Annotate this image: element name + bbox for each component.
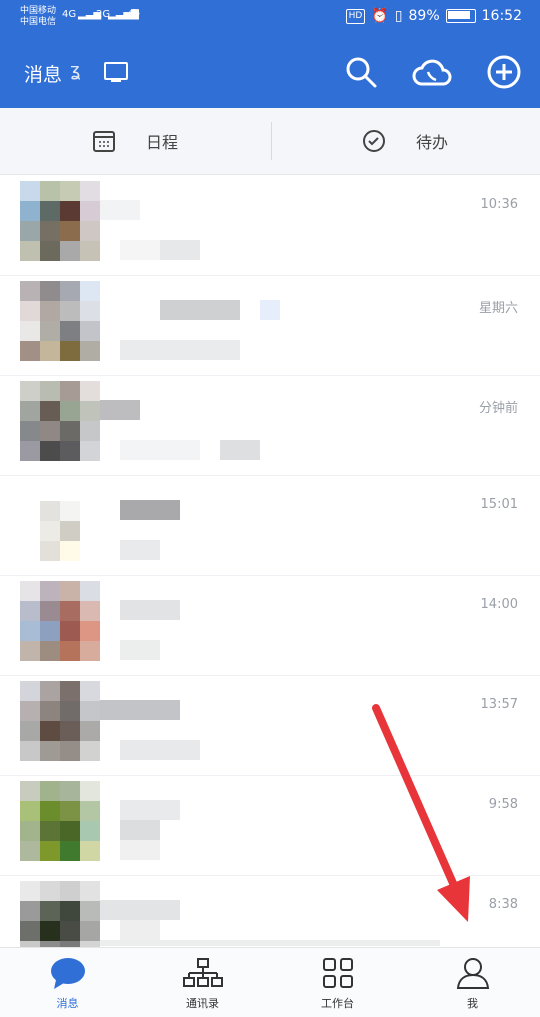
list-item[interactable]: 8:38 (0, 875, 540, 947)
avatar (20, 181, 100, 261)
message-time: 星期六 (478, 301, 518, 316)
message-time: 分钟前 (478, 401, 518, 416)
page-title: 消息 (24, 64, 63, 86)
status-bar: 中国移动 中国电信 4G ▂▃▅ 2G ▂▃▅▇ ◠ HD ⏰ ▯ 89% 16… (0, 0, 540, 36)
tab-schedule[interactable]: 日程 (0, 108, 270, 174)
grid-icon (322, 958, 353, 988)
nav-me-label: 我 (467, 997, 478, 1010)
avatar (20, 681, 100, 761)
avatar (20, 481, 100, 561)
person-icon (456, 958, 489, 989)
tab-todo-label: 待办 (415, 133, 448, 152)
org-chart-icon (182, 958, 223, 987)
cloud-call-icon[interactable] (412, 54, 452, 90)
monitor-icon[interactable] (104, 62, 128, 82)
message-time: 9:58 (488, 797, 518, 812)
list-item[interactable]: 13:57 (0, 675, 540, 776)
avatar (20, 281, 100, 361)
list-item[interactable]: 9:58 (0, 775, 540, 876)
quick-tabs: 日程 待办 (0, 108, 540, 175)
check-circle-icon (362, 130, 385, 152)
message-time: 14:00 (480, 597, 518, 612)
vibrate-icon: ▯ (394, 8, 403, 24)
carrier-1: 中国移动 (20, 6, 57, 16)
alarm-icon: ⏰ (371, 8, 389, 24)
bottom-nav: 消息 通讯录 工作台 我 (0, 947, 540, 1017)
hd-badge: HD (345, 8, 366, 24)
list-item[interactable]: 14:00 (0, 575, 540, 676)
avatar (20, 881, 100, 947)
nav-messages-label: 消息 (56, 997, 79, 1010)
ear-icon[interactable]: ʓ (70, 60, 80, 81)
network-1: 4G (62, 9, 77, 20)
tab-schedule-label: 日程 (145, 133, 178, 152)
message-time: 15:01 (480, 497, 518, 512)
calendar-icon (92, 131, 115, 152)
message-time: 13:57 (480, 697, 518, 712)
carrier-info: 中国移动 中国电信 (20, 6, 56, 28)
message-time: 8:38 (488, 897, 518, 912)
nav-messages[interactable]: 消息 (0, 948, 135, 1017)
avatar (20, 581, 100, 661)
list-item[interactable]: 分钟前 (0, 375, 540, 476)
carrier-2: 中国电信 (20, 17, 57, 27)
list-item[interactable]: 星期六 (0, 275, 540, 376)
avatar (20, 381, 100, 461)
nav-workbench-label: 工作台 (321, 997, 354, 1010)
battery-percent: 89% (408, 8, 440, 24)
add-icon[interactable] (486, 54, 522, 90)
battery-icon (445, 9, 476, 23)
app-bar: 消息 ʓ (0, 36, 540, 108)
avatar (20, 781, 100, 861)
message-list: 10:36 星期六 分钟前 15:01 14:00 13:57 9:58 8:3… (0, 175, 540, 947)
message-time: 10:36 (480, 197, 518, 212)
list-item[interactable]: 10:36 (0, 175, 540, 276)
nav-contacts-label: 通讯录 (186, 997, 219, 1010)
wifi-icon: ◠ (128, 6, 141, 22)
clock: 16:52 (481, 8, 522, 24)
list-item[interactable]: 15:01 (0, 475, 540, 576)
chat-bubble-icon (50, 958, 85, 989)
nav-contacts[interactable]: 通讯录 (135, 948, 270, 1017)
nav-workbench[interactable]: 工作台 (270, 948, 405, 1017)
search-icon[interactable] (343, 54, 379, 90)
tab-todo[interactable]: 待办 (270, 108, 540, 174)
nav-me[interactable]: 我 (405, 948, 540, 1017)
